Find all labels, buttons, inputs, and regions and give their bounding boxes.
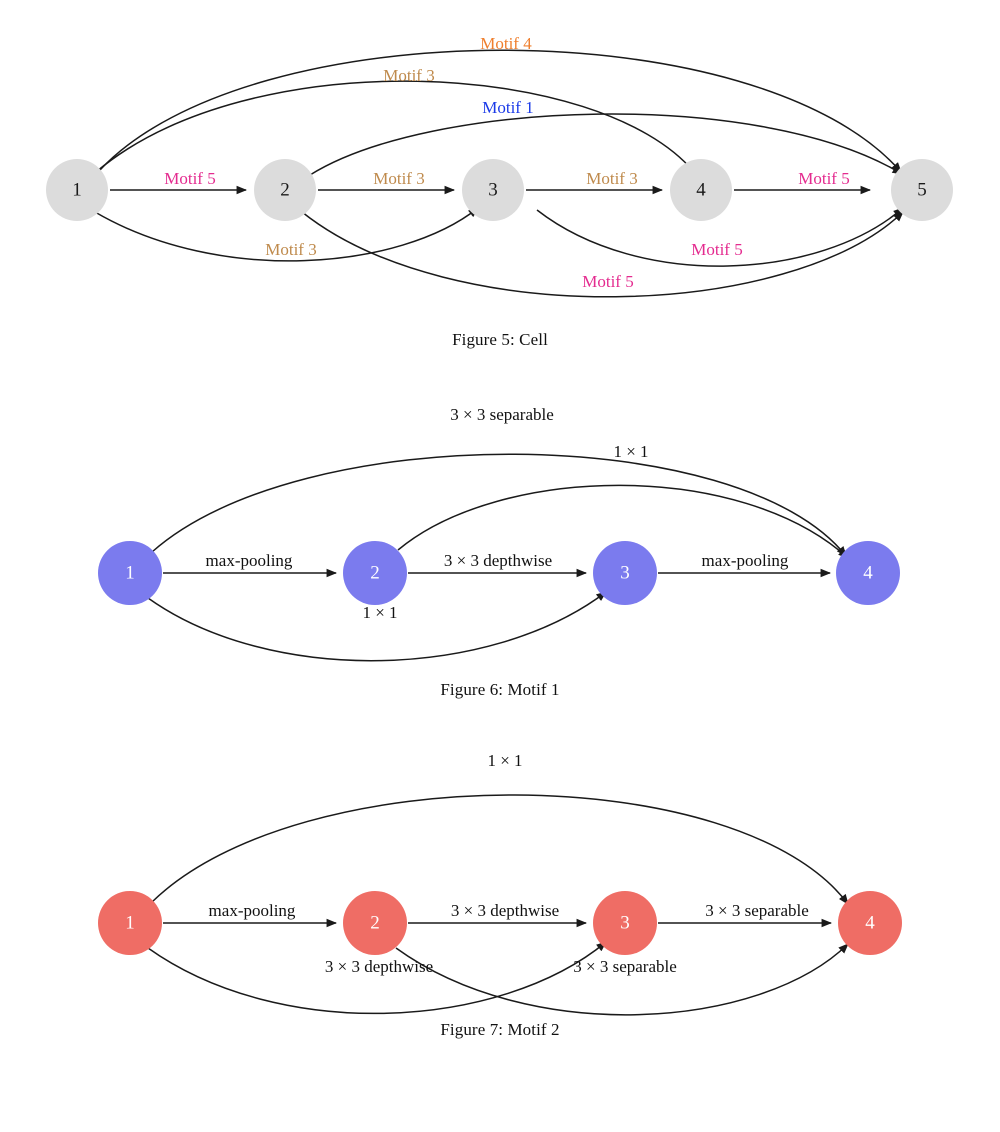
edge-label-m2-1-2: max-pooling [209, 901, 296, 920]
node-m2-1[interactable]: 1 [98, 891, 162, 955]
edge-label-1-2: Motif 5 [164, 169, 215, 188]
node-m1-3[interactable]: 3 [593, 541, 657, 605]
node-2-label: 2 [280, 180, 290, 201]
edge-label-m2-1-3: 3 × 3 depthwise [325, 957, 433, 976]
figure-motif1: 1 2 3 4 3 × 3 separable 1 × 1 max-poolin… [0, 380, 1000, 730]
edge-label-m1-1-2: max-pooling [206, 551, 293, 570]
node-3[interactable]: 3 [462, 159, 524, 221]
figure-motif2: 1 2 3 4 1 × 1 max-pooling 3 × 3 depthwis… [0, 730, 1000, 1070]
edge-label-4-5: Motif 5 [798, 169, 849, 188]
node-m1-2[interactable]: 2 [343, 541, 407, 605]
edge-label-2-5-motif1: Motif 1 [482, 98, 533, 117]
edge-label-2-5-motif5: Motif 5 [582, 272, 633, 291]
node-m2-4[interactable]: 4 [838, 891, 902, 955]
edge-label-m1-1-3: 1 × 1 [362, 603, 397, 622]
edge-label-1-5: Motif 4 [480, 34, 532, 53]
node-2[interactable]: 2 [254, 159, 316, 221]
figure-motif2-caption: Figure 7: Motif 2 [440, 1020, 560, 1039]
cell-graph: 1 2 3 4 5 Motif 4 Motif 3 Motif 1 Motif … [46, 34, 953, 298]
edge-m2-1-4-1x1 [151, 794, 849, 905]
edge-m1-1-4-separable [151, 453, 847, 557]
motif1-graph: 1 2 3 4 3 × 3 separable 1 × 1 max-poolin… [98, 405, 900, 662]
node-m2-3-label: 3 [620, 913, 630, 934]
edge-label-3-4: Motif 3 [586, 169, 637, 188]
node-m1-3-label: 3 [620, 563, 630, 584]
node-m2-1-label: 1 [125, 913, 135, 934]
edge-label-1-3: Motif 3 [265, 240, 316, 259]
motif2-graph: 1 2 3 4 1 × 1 max-pooling 3 × 3 depthwis… [98, 751, 902, 1016]
figure-cell-caption: Figure 5: Cell [452, 330, 548, 349]
node-3-label: 3 [488, 180, 498, 201]
node-1[interactable]: 1 [46, 159, 108, 221]
edge-label-m2-2-4: 3 × 3 separable [573, 957, 677, 976]
edge-label-m2-1-4: 1 × 1 [487, 751, 522, 770]
node-m2-2-label: 2 [370, 913, 380, 934]
node-m2-2[interactable]: 2 [343, 891, 407, 955]
node-5[interactable]: 5 [891, 159, 953, 221]
edge-label-m1-3-4: max-pooling [702, 551, 789, 570]
edge-label-m2-3-4: 3 × 3 separable [705, 901, 809, 920]
node-m2-4-label: 4 [865, 913, 875, 934]
node-m1-4-label: 4 [863, 563, 873, 584]
edge-2-5-motif1 [309, 113, 903, 176]
node-4[interactable]: 4 [670, 159, 732, 221]
edge-label-m1-1-4: 3 × 3 separable [450, 405, 554, 424]
node-5-label: 5 [917, 180, 927, 201]
edge-label-m1-2-4: 1 × 1 [613, 442, 648, 461]
edge-label-3-5: Motif 5 [691, 240, 742, 259]
node-4-label: 4 [696, 180, 706, 201]
node-m1-2-label: 2 [370, 563, 380, 584]
edge-label-m1-2-3: 3 × 3 depthwise [444, 551, 552, 570]
node-m1-4[interactable]: 4 [836, 541, 900, 605]
edge-label-1-4: Motif 3 [383, 66, 434, 85]
figure-motif1-caption: Figure 6: Motif 1 [440, 680, 560, 699]
edge-label-m2-2-3: 3 × 3 depthwise [451, 901, 559, 920]
edge-label-2-3: Motif 3 [373, 169, 424, 188]
node-1-label: 1 [72, 180, 82, 201]
node-m1-1[interactable]: 1 [98, 541, 162, 605]
figure-cell: 1 2 3 4 5 Motif 4 Motif 3 Motif 1 Motif … [0, 0, 1000, 380]
node-m1-1-label: 1 [125, 563, 135, 584]
node-m2-3[interactable]: 3 [593, 891, 657, 955]
edge-1-4-motif3 [95, 80, 695, 173]
